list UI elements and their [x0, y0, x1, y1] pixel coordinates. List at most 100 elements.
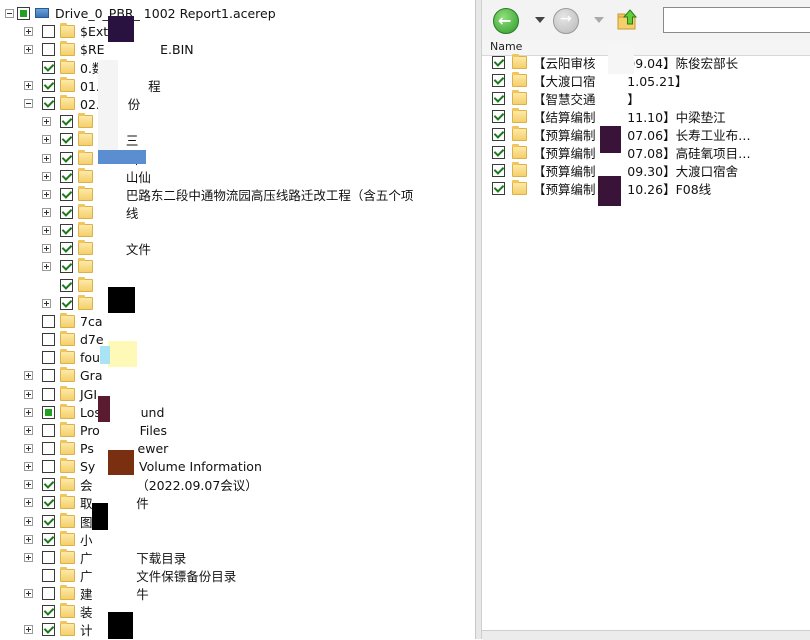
expand-icon[interactable] — [42, 262, 51, 272]
tree-root-row[interactable]: Drive_0_PBR_ 1002 Report1.acerep — [5, 4, 276, 22]
list-item-checkbox[interactable] — [492, 109, 505, 123]
tree-item-checkbox[interactable] — [60, 296, 73, 310]
expand-icon[interactable] — [24, 480, 33, 490]
tree-item-checkbox[interactable] — [42, 460, 55, 474]
tree-item-checkbox[interactable] — [42, 569, 55, 582]
expand-icon[interactable] — [24, 389, 33, 399]
tree-row[interactable]: 会 （2022.09.07会议） — [24, 476, 258, 494]
tree-row[interactable]: 山仙 — [42, 167, 151, 185]
file-list-pane[interactable]: ← → Name 【云阳审核 09.04】陈俊宏部长 【大渡口宿 1.05.21】… — [481, 0, 810, 640]
forward-button[interactable]: → — [553, 8, 579, 34]
expand-icon[interactable] — [42, 117, 51, 127]
list-item-checkbox[interactable] — [492, 55, 505, 69]
expand-icon[interactable] — [24, 44, 33, 54]
expand-icon[interactable] — [42, 208, 51, 217]
list-item-checkbox[interactable] — [492, 146, 505, 159]
list-item-checkbox[interactable] — [492, 73, 505, 87]
root-checkbox[interactable] — [17, 6, 30, 20]
tree-item-checkbox[interactable] — [42, 478, 55, 492]
tree-row[interactable]: 0.数 — [24, 58, 104, 76]
tree-item-checkbox[interactable] — [42, 587, 55, 601]
list-item[interactable]: 【预算编制 07.06】长寿工业布… — [492, 125, 751, 143]
tree-item-checkbox[interactable] — [60, 278, 73, 292]
tree-item-checkbox[interactable] — [60, 169, 73, 183]
tree-row[interactable]: 计 — [24, 621, 93, 639]
list-item-checkbox[interactable] — [492, 127, 505, 141]
tree-row[interactable]: 01.A 程 — [24, 76, 161, 94]
tree-row[interactable]: 图 — [24, 512, 93, 530]
tree-row[interactable]: Los und — [24, 403, 164, 421]
tree-item-checkbox[interactable] — [60, 242, 73, 256]
tree-item-checkbox[interactable] — [42, 42, 55, 56]
tree-item-checkbox[interactable] — [60, 206, 73, 219]
tree-row[interactable]: 7ca — [24, 312, 103, 330]
tree-item-checkbox[interactable] — [42, 60, 55, 74]
list-item-checkbox[interactable] — [492, 182, 505, 196]
tree-row[interactable]: 02. 份 — [24, 95, 140, 113]
tree-item-checkbox[interactable] — [42, 550, 55, 564]
up-folder-button[interactable] — [616, 8, 640, 32]
tree-item-checkbox[interactable] — [60, 187, 73, 201]
tree-row[interactable]: 广 下载目录 — [24, 548, 186, 566]
tree-row[interactable]: d7e — [24, 331, 104, 349]
tree-row[interactable] — [42, 258, 98, 276]
tree-item-checkbox[interactable] — [42, 532, 55, 546]
tree-item-checkbox[interactable] — [42, 369, 55, 383]
tree-row[interactable]: JGI — [24, 385, 97, 403]
expand-icon[interactable] — [24, 80, 33, 90]
tree-item-checkbox[interactable] — [42, 97, 55, 111]
tree-item-checkbox[interactable] — [42, 405, 55, 419]
tree-row[interactable]: Ps ewer — [24, 439, 168, 457]
tree-row[interactable]: Pro Files — [24, 421, 167, 439]
expand-icon[interactable] — [24, 534, 33, 544]
tree-row[interactable]: 装 — [24, 603, 93, 621]
expand-icon[interactable] — [24, 498, 33, 508]
tree-item-checkbox[interactable] — [60, 115, 73, 129]
tree-row[interactable]: 广 文件保镖备份目录 — [24, 567, 236, 585]
list-item[interactable]: 【大渡口宿 1.05.21】 — [492, 71, 688, 89]
tree-row[interactable]: 小 — [24, 530, 93, 548]
tree-row[interactable]: 线 — [42, 204, 138, 222]
expand-icon[interactable] — [42, 244, 51, 254]
tree-item-checkbox[interactable] — [42, 441, 55, 455]
collapse-icon[interactable] — [24, 99, 33, 109]
tree-item-checkbox[interactable] — [42, 514, 55, 528]
tree-item-checkbox[interactable] — [60, 260, 73, 274]
tree-item-checkbox[interactable] — [42, 387, 55, 401]
expand-icon[interactable] — [24, 371, 33, 381]
tree-item-checkbox[interactable] — [42, 605, 55, 619]
expand-icon[interactable] — [42, 135, 51, 145]
expand-icon[interactable] — [24, 26, 33, 36]
tree-row[interactable]: 三 — [42, 131, 138, 149]
tree-row[interactable]: $RE E.BIN — [24, 40, 194, 58]
tree-row[interactable]: $Exte — [24, 22, 116, 40]
expand-icon[interactable] — [24, 462, 33, 472]
tree-item-checkbox[interactable] — [42, 314, 55, 328]
list-item[interactable]: 【预算编制 07.08】高硅氧项目… — [492, 144, 751, 162]
tree-item-checkbox[interactable] — [42, 333, 55, 347]
tree-item-checkbox[interactable] — [42, 623, 55, 637]
tree-item-checkbox[interactable] — [60, 133, 73, 147]
expand-icon[interactable] — [42, 171, 51, 181]
address-input[interactable] — [663, 7, 810, 33]
tree-row[interactable] — [42, 294, 98, 312]
forward-dropdown-icon[interactable] — [594, 17, 604, 23]
tree-row[interactable] — [42, 113, 98, 131]
tree-row[interactable] — [42, 276, 98, 294]
tree-item-checkbox[interactable] — [60, 224, 73, 238]
tree-row[interactable]: fou — [24, 349, 100, 367]
expand-icon[interactable] — [42, 226, 51, 236]
back-dropdown-icon[interactable] — [535, 17, 545, 23]
expand-icon[interactable] — [24, 552, 33, 562]
expand-icon[interactable] — [24, 516, 33, 526]
expand-icon[interactable] — [42, 153, 51, 163]
tree-item-checkbox[interactable] — [42, 78, 55, 92]
expand-icon[interactable] — [24, 589, 33, 599]
tree-item-checkbox[interactable] — [60, 151, 73, 165]
tree-row[interactable]: 建 牛 — [24, 585, 149, 603]
tree-row[interactable]: 文件 — [42, 240, 151, 258]
collapse-root-icon[interactable] — [5, 8, 14, 18]
expand-icon[interactable] — [24, 625, 33, 635]
folder-tree-pane[interactable]: Drive_0_PBR_ 1002 Report1.acerep $Exte $R… — [0, 0, 475, 639]
tree-row[interactable] — [42, 222, 98, 240]
